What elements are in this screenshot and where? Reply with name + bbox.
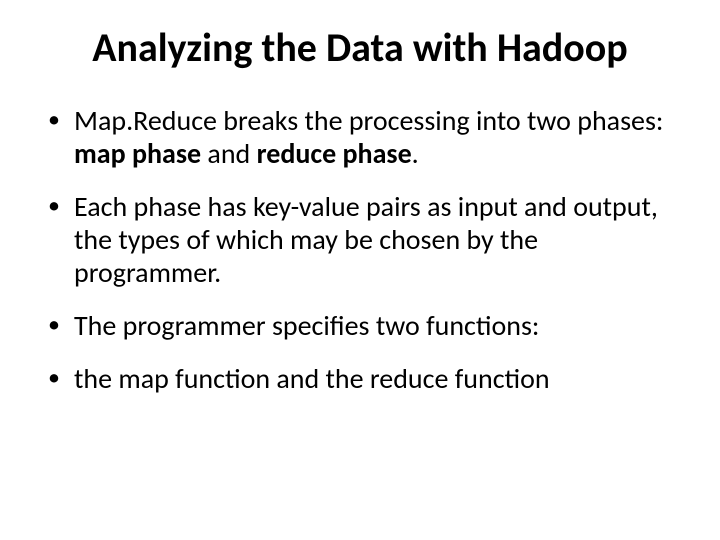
bullet-text: Map.Reduce breaks the processing into tw… <box>74 103 663 138</box>
bullet-text: the map function and the reduce function <box>74 361 550 396</box>
list-item: The programmer specifies two functions: <box>40 309 680 342</box>
list-item: the map function and the reduce function <box>40 362 680 395</box>
bullet-text: and <box>201 136 257 171</box>
bullet-text: . <box>412 136 419 171</box>
bullet-list: Map.Reduce breaks the processing into tw… <box>40 104 680 395</box>
slide-title: Analyzing the Data with Hadoop <box>40 26 680 70</box>
bullet-text: The programmer specifies two functions: <box>74 308 539 343</box>
bullet-bold: reduce phase <box>257 136 412 171</box>
list-item: Each phase has key-value pairs as input … <box>40 190 680 289</box>
slide: Analyzing the Data with Hadoop Map.Reduc… <box>0 0 720 540</box>
bullet-text: Each phase has key-value pairs as input … <box>74 189 658 290</box>
list-item: Map.Reduce breaks the processing into tw… <box>40 104 680 170</box>
bullet-bold: map phase <box>74 136 201 171</box>
